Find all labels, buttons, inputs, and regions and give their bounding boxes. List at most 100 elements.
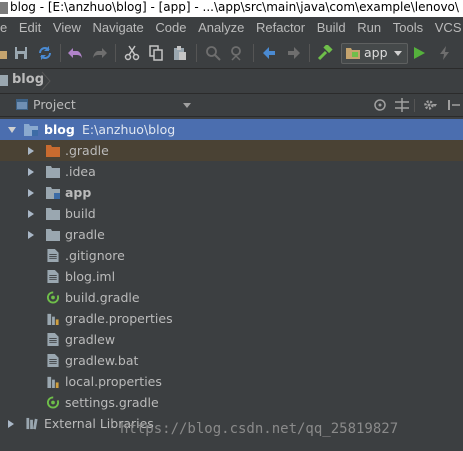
main-toolbar: app: [0, 38, 463, 69]
menu-build[interactable]: Build: [317, 17, 346, 38]
tree-root-row[interactable]: blog E:\anzhuo\blog: [0, 119, 463, 140]
root-path: E:\anzhuo\blog: [82, 122, 176, 137]
header-separator: [414, 99, 415, 112]
project-view-icon: [16, 99, 28, 110]
expand-arrow-icon[interactable]: [8, 127, 16, 133]
expand-arrow-icon[interactable]: [28, 210, 34, 218]
menu-file[interactable]: e: [0, 17, 7, 38]
run-config-label: app: [364, 45, 388, 60]
find-icon[interactable]: [205, 45, 221, 61]
tree-item-label: gradlew: [65, 332, 116, 347]
gradle-file-icon: [46, 291, 60, 304]
run-config-selector[interactable]: app: [341, 43, 408, 64]
tree-item-label: local.properties: [65, 374, 162, 389]
menu-vcs[interactable]: VCS: [435, 17, 462, 38]
save-icon[interactable]: [13, 45, 29, 61]
window-title: blog - [E:\anzhuo\blog] - [app] - ...\ap…: [10, 0, 459, 14]
tree-item-gradle-cache[interactable]: .gradle: [0, 140, 463, 161]
redo-icon[interactable]: [92, 45, 108, 61]
menu-view[interactable]: View: [53, 17, 81, 38]
root-name: blog: [44, 122, 75, 137]
copy-icon[interactable]: [148, 45, 164, 61]
window-title-bar: blog - [E:\anzhuo\blog] - [app] - ...\ap…: [0, 0, 463, 17]
tree-item-build-gradle[interactable]: build.gradle: [0, 287, 463, 308]
apply-changes-icon[interactable]: [437, 45, 453, 61]
tree-item-label: settings.gradle: [65, 395, 159, 410]
tree-item-label: build: [65, 206, 96, 221]
android-module-icon: [346, 48, 360, 59]
cut-icon[interactable]: [124, 45, 140, 61]
watermark-text: https://blog.csdn.net/qq_25819827: [120, 421, 399, 437]
tree-item-gitignore[interactable]: .gitignore: [0, 245, 463, 266]
collapse-all-icon[interactable]: [395, 98, 409, 112]
tree-item-settings-gradle[interactable]: settings.gradle: [0, 392, 463, 413]
panel-title[interactable]: Project: [33, 97, 76, 112]
module-folder-icon: [46, 187, 60, 199]
menu-bar: e Edit View Navigate Code Analyze Refact…: [0, 17, 463, 38]
tree-item-app[interactable]: app: [0, 182, 463, 203]
gear-icon[interactable]: [423, 98, 437, 112]
expand-arrow-icon[interactable]: [28, 189, 34, 197]
expand-arrow-icon[interactable]: [28, 147, 34, 155]
menu-refactor[interactable]: Refactor: [256, 17, 305, 38]
tree-item-blog-iml[interactable]: blog.iml: [0, 266, 463, 287]
tree-item-idea[interactable]: .idea: [0, 161, 463, 182]
tree-item-label: .gradle: [65, 143, 109, 158]
tree-item-label: .idea: [65, 164, 96, 179]
chevron-down-icon: [394, 51, 402, 56]
tree-item-label: .gitignore: [65, 248, 125, 263]
expand-arrow-icon[interactable]: [8, 420, 14, 428]
tree-item-label: gradlew.bat: [65, 353, 139, 368]
breadcrumb[interactable]: blog: [12, 72, 44, 87]
chevron-down-icon[interactable]: [183, 103, 191, 108]
toolbar-separator: [309, 44, 310, 62]
tree-item-label: gradle.properties: [65, 311, 173, 326]
menu-tools[interactable]: Tools: [393, 17, 423, 38]
breadcrumb-separator-icon: [41, 71, 51, 91]
text-file-icon: [47, 333, 59, 346]
excluded-folder-icon: [46, 145, 60, 157]
menu-run[interactable]: Run: [357, 17, 381, 38]
scroll-from-source-icon[interactable]: [373, 98, 387, 112]
app-icon: [0, 1, 8, 14]
tree-item-build[interactable]: build: [0, 203, 463, 224]
toolbar-separator: [253, 44, 254, 62]
undo-icon[interactable]: [67, 45, 83, 61]
run-icon[interactable]: [411, 45, 427, 61]
folder-icon: [46, 208, 60, 220]
tree-item-gradle-folder[interactable]: gradle: [0, 224, 463, 245]
properties-file-icon: [47, 313, 59, 325]
menu-analyze[interactable]: Analyze: [198, 17, 244, 38]
replace-icon[interactable]: [229, 45, 245, 61]
menu-code[interactable]: Code: [155, 17, 186, 38]
make-project-icon[interactable]: [317, 45, 333, 61]
tree-item-label: blog.iml: [65, 269, 116, 284]
tree-item-gradle-properties[interactable]: gradle.properties: [0, 308, 463, 329]
project-panel-header: Project: [0, 94, 463, 117]
tree-item-gradlew[interactable]: gradlew: [0, 329, 463, 350]
back-icon[interactable]: [261, 45, 277, 61]
module-folder-icon: [24, 124, 38, 136]
toolbar-separator: [60, 44, 61, 62]
forward-icon[interactable]: [286, 45, 302, 61]
properties-file-icon: [47, 376, 59, 388]
expand-arrow-icon[interactable]: [28, 231, 34, 239]
sync-icon[interactable]: [37, 45, 53, 61]
paste-icon[interactable]: [172, 45, 188, 61]
navigation-bar: blog: [0, 69, 463, 94]
text-file-icon: [47, 270, 59, 283]
tree-item-local-properties[interactable]: local.properties: [0, 371, 463, 392]
tree-item-gradlew-bat[interactable]: gradlew.bat: [0, 350, 463, 371]
toolbar-separator: [115, 44, 116, 62]
menu-edit[interactable]: Edit: [19, 17, 41, 38]
expand-arrow-icon[interactable]: [28, 168, 34, 176]
tree-item-label: app: [65, 185, 92, 200]
folder-icon: [46, 229, 60, 241]
library-icon: [26, 417, 38, 430]
menu-navigate[interactable]: Navigate: [92, 17, 143, 38]
toolbar-separator: [196, 44, 197, 62]
hide-panel-icon[interactable]: [447, 98, 461, 112]
text-file-icon: [47, 354, 59, 367]
tree-item-label: gradle: [65, 227, 105, 242]
open-folder-icon[interactable]: [0, 45, 8, 61]
